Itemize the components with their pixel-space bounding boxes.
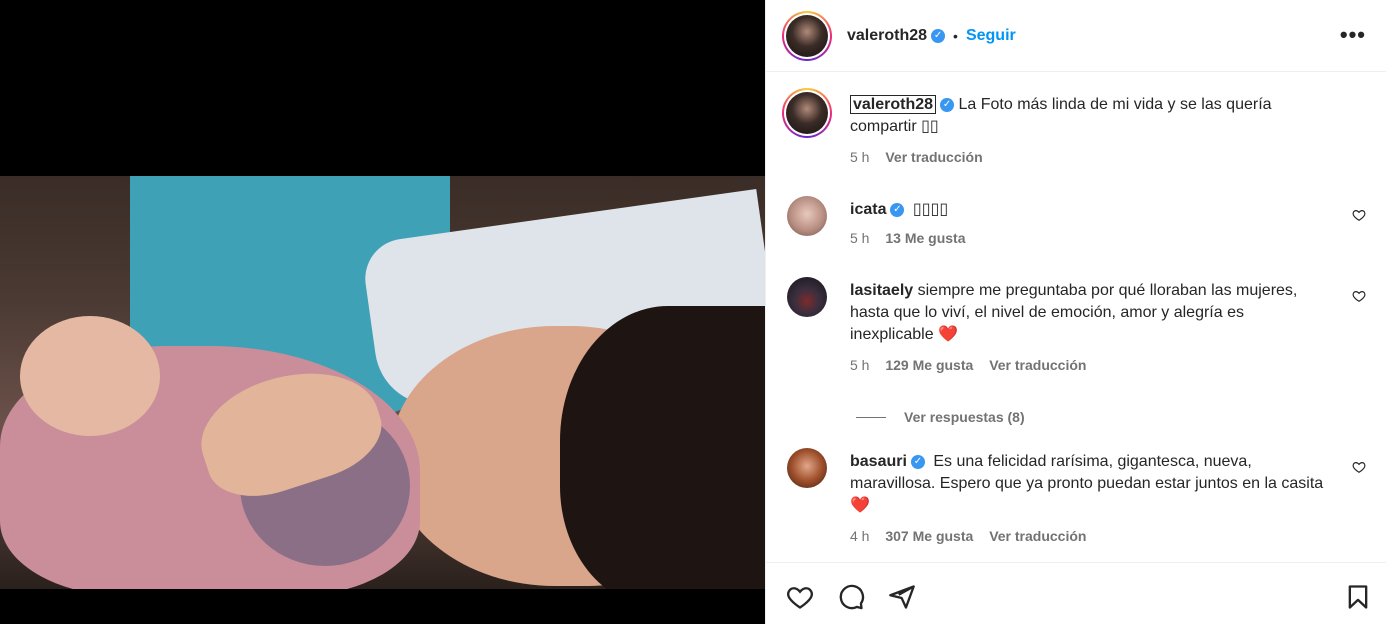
caption-username[interactable]: valeroth28	[850, 95, 937, 114]
comment-like-heart-icon[interactable]	[1352, 208, 1366, 222]
author-username[interactable]: valeroth28	[847, 27, 927, 45]
comment-text-block: basauri ✓ Es una felicidad rarísima, giga…	[850, 451, 1330, 517]
comment-icon[interactable]	[837, 583, 865, 611]
comment-avatar[interactable]	[787, 196, 827, 236]
comment-text-block: icata ✓ ▯▯▯▯	[850, 199, 1330, 221]
comment-translate-link[interactable]: Ver traducción	[989, 528, 1086, 544]
comment-likes[interactable]: 13 Me gusta	[885, 230, 965, 246]
caption-meta: 5 h Ver traducción	[850, 149, 995, 165]
comment-meta: 5 h 13 Me gusta	[850, 230, 978, 246]
comment-avatar[interactable]	[787, 277, 827, 317]
post-header: valeroth28 ✓ • Seguir •••	[766, 0, 1386, 72]
replies-divider	[856, 416, 886, 418]
view-replies-label[interactable]: Ver respuestas (8)	[904, 409, 1025, 425]
comment-likes[interactable]: 129 Me gusta	[885, 357, 973, 373]
post-side-panel: valeroth28 ✓ • Seguir ••• valeroth28 ✓ La…	[765, 0, 1386, 624]
heart-emoji: ❤️	[850, 497, 870, 514]
caption: valeroth28 ✓ La Foto más linda de mi vida…	[782, 88, 1372, 168]
post-photo[interactable]	[0, 176, 765, 589]
verified-icon: ✓	[940, 97, 955, 112]
comment-text: ▯▯▯▯	[912, 201, 949, 218]
heart-emoji: ❤️	[938, 326, 958, 343]
comment-like-heart-icon[interactable]	[1352, 289, 1366, 303]
comment-text-block: lasitaely siempre me preguntaba por qué …	[850, 280, 1330, 346]
caption-text-block: valeroth28 ✓ La Foto más linda de mi vida…	[850, 94, 1330, 138]
more-options-icon[interactable]: •••	[1340, 22, 1366, 48]
caption-time[interactable]: 5 h	[850, 149, 869, 165]
comment-avatar[interactable]	[787, 448, 827, 488]
comment-time[interactable]: 5 h	[850, 357, 869, 373]
comment-item: basauri ✓ Es una felicidad rarísima, giga…	[782, 448, 1372, 558]
comment-meta: 4 h 307 Me gusta Ver traducción	[850, 528, 1098, 544]
comment-username[interactable]: icata	[850, 201, 886, 218]
author-avatar[interactable]	[782, 10, 832, 61]
follow-button[interactable]: Seguir	[966, 27, 1016, 45]
comment-time[interactable]: 5 h	[850, 230, 869, 246]
caption-avatar[interactable]	[782, 88, 832, 138]
comment-item: icata ✓ ▯▯▯▯ 5 h 13 Me gusta	[782, 196, 1372, 256]
heart-icon[interactable]	[786, 583, 814, 611]
comment-translate-link[interactable]: Ver traducción	[989, 357, 1086, 373]
separator-dot: •	[953, 27, 958, 44]
verified-icon: ✓	[890, 202, 905, 217]
view-replies-button[interactable]: Ver respuestas (8)	[856, 409, 1025, 425]
comment-likes[interactable]: 307 Me gusta	[885, 528, 973, 544]
comment-time[interactable]: 4 h	[850, 528, 869, 544]
comments-list[interactable]: valeroth28 ✓ La Foto más linda de mi vida…	[766, 72, 1386, 562]
photo-shape	[20, 316, 160, 436]
photo-shape	[560, 306, 765, 589]
comment-text: siempre me preguntaba por qué lloraban l…	[850, 282, 1298, 343]
caption-translate-link[interactable]: Ver traducción	[885, 149, 982, 165]
comment-item: lasitaely siempre me preguntaba por qué …	[782, 277, 1372, 387]
share-icon[interactable]	[888, 583, 916, 611]
verified-icon: ✓	[931, 28, 946, 43]
post-actions-bar	[766, 562, 1386, 624]
bookmark-icon[interactable]	[1344, 583, 1372, 611]
comment-like-heart-icon[interactable]	[1352, 460, 1366, 474]
comment-meta: 5 h 129 Me gusta Ver traducción	[850, 357, 1098, 373]
comment-username[interactable]: basauri	[850, 453, 907, 470]
post-media[interactable]	[0, 0, 765, 624]
comment-username[interactable]: lasitaely	[850, 282, 913, 299]
verified-icon: ✓	[910, 454, 925, 469]
